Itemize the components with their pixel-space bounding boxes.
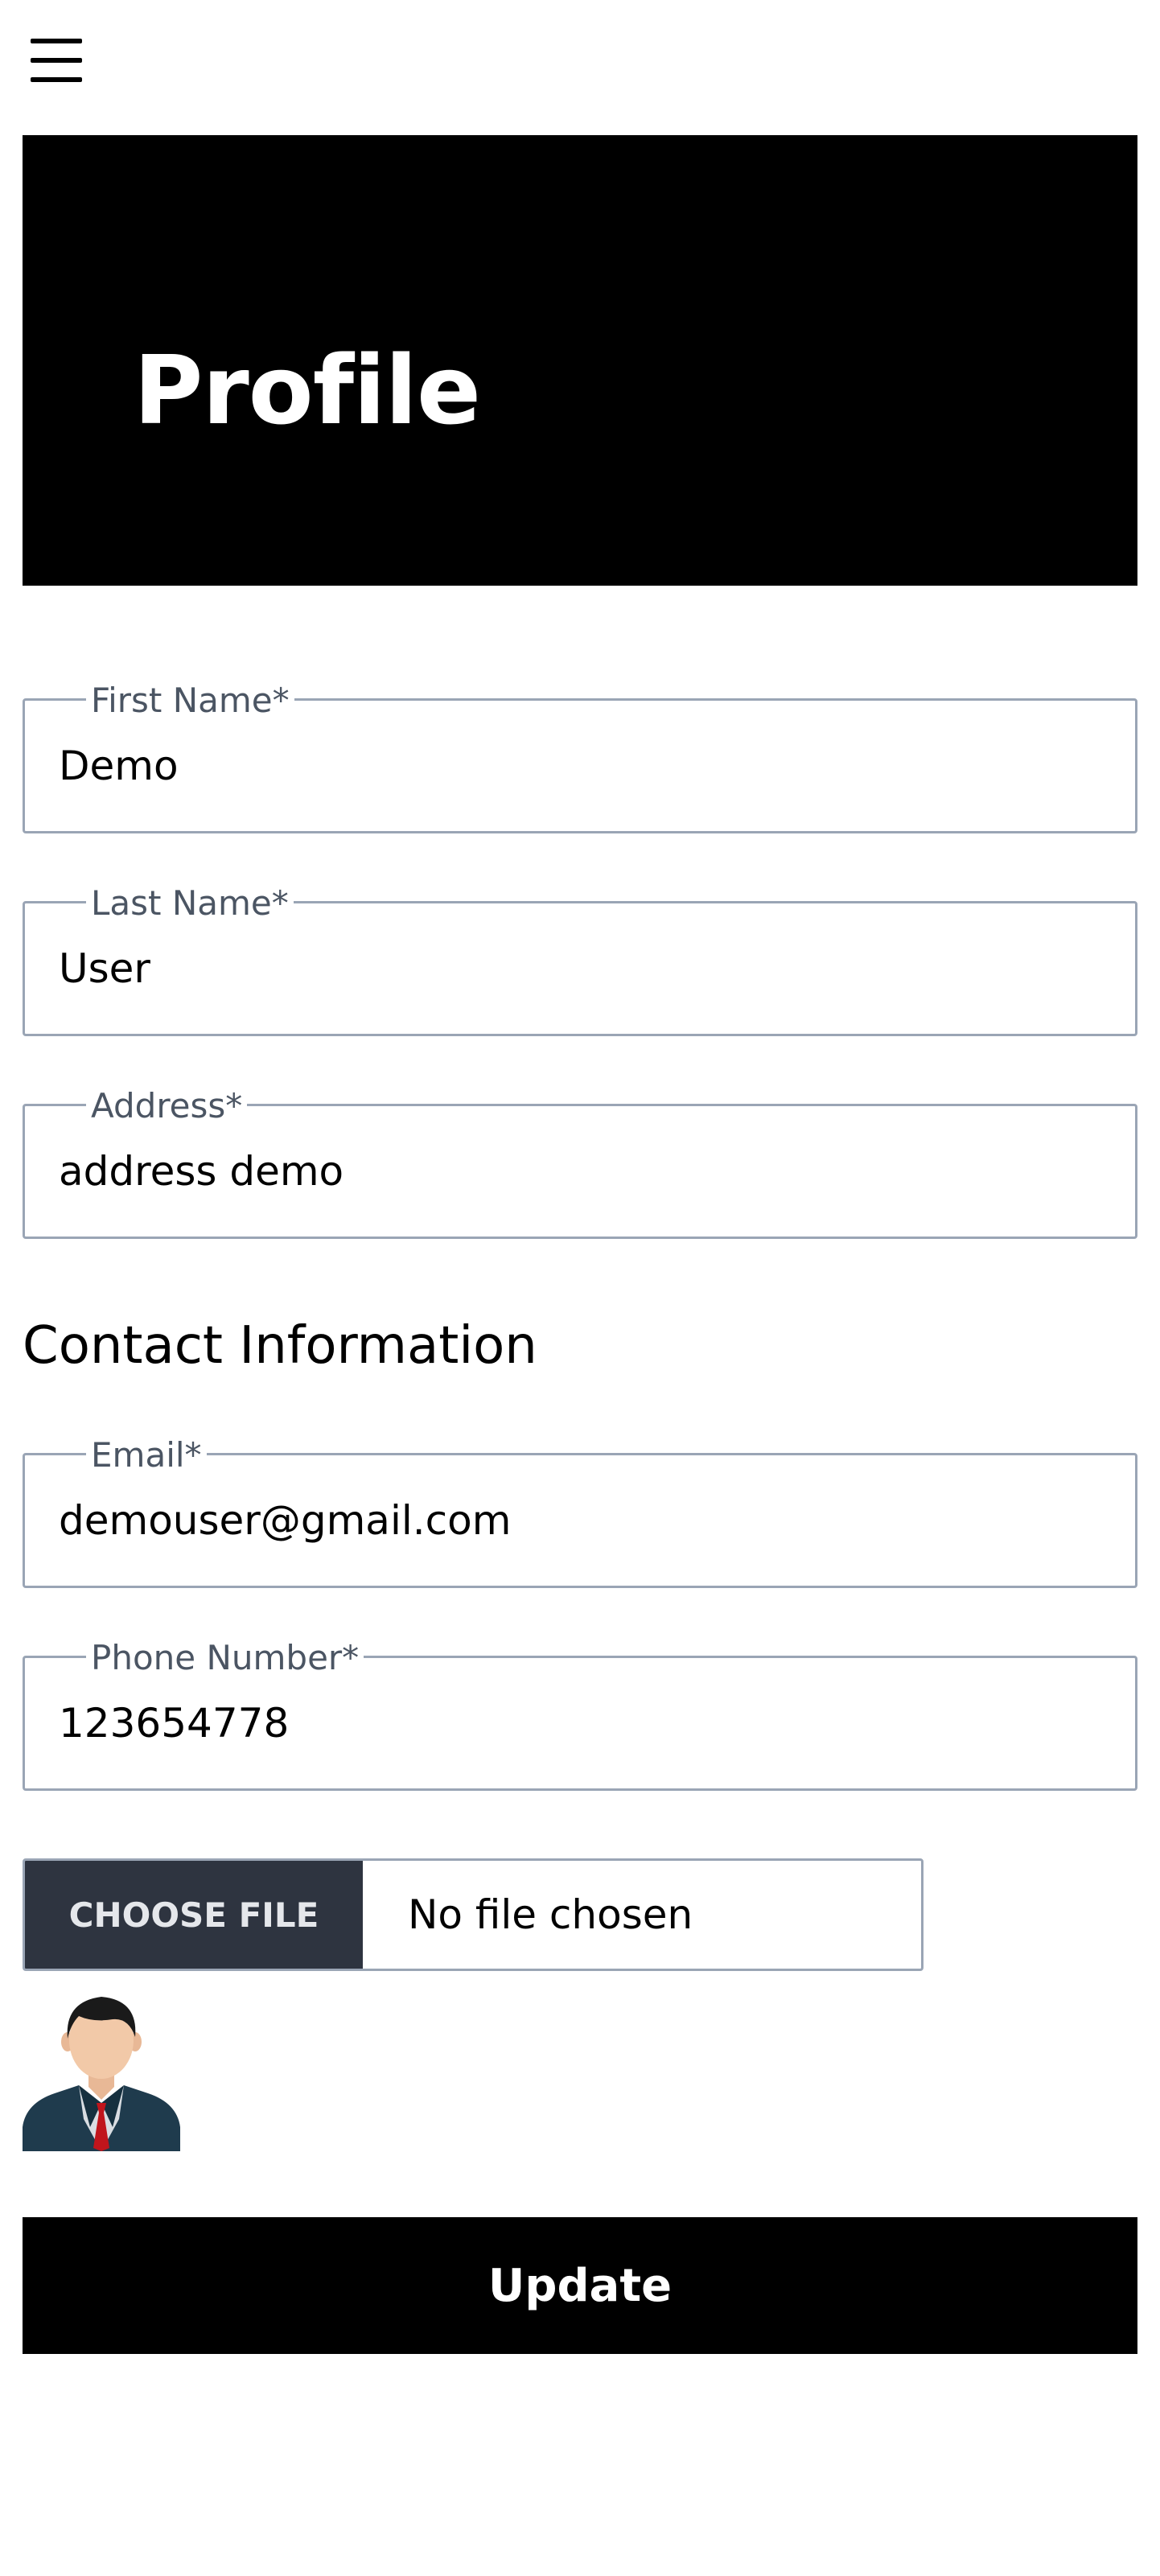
- file-upload-field[interactable]: CHOOSE FILE No file chosen: [23, 1858, 923, 1971]
- profile-banner: Profile: [23, 135, 1137, 586]
- email-field[interactable]: Email*: [23, 1431, 1137, 1588]
- menu-bar: [31, 39, 82, 43]
- user-avatar-icon: [23, 1997, 180, 2151]
- menu-bar: [31, 58, 82, 63]
- address-label: Address*: [86, 1082, 248, 1130]
- last-name-label: Last Name*: [86, 879, 294, 928]
- phone-number-input[interactable]: [59, 1695, 1111, 1751]
- email-label: Email*: [86, 1431, 207, 1479]
- last-name-input[interactable]: [59, 940, 1111, 997]
- page-title: Profile: [134, 335, 481, 446]
- phone-number-label: Phone Number*: [86, 1634, 364, 1682]
- file-status-text: No file chosen: [408, 1891, 693, 1938]
- address-input[interactable]: [59, 1143, 1111, 1200]
- email-input[interactable]: [59, 1492, 1111, 1549]
- address-field[interactable]: Address*: [23, 1082, 1137, 1239]
- first-name-label: First Name*: [86, 677, 294, 725]
- hamburger-menu-icon[interactable]: [23, 32, 90, 88]
- update-button[interactable]: Update: [23, 2217, 1137, 2354]
- last-name-field[interactable]: Last Name*: [23, 879, 1137, 1036]
- choose-file-button[interactable]: CHOOSE FILE: [25, 1861, 363, 1969]
- phone-number-field[interactable]: Phone Number*: [23, 1634, 1137, 1791]
- first-name-field[interactable]: First Name*: [23, 677, 1137, 833]
- menu-bar: [31, 77, 82, 82]
- first-name-input[interactable]: [59, 738, 1111, 794]
- contact-information-heading: Contact Information: [23, 1316, 537, 1376]
